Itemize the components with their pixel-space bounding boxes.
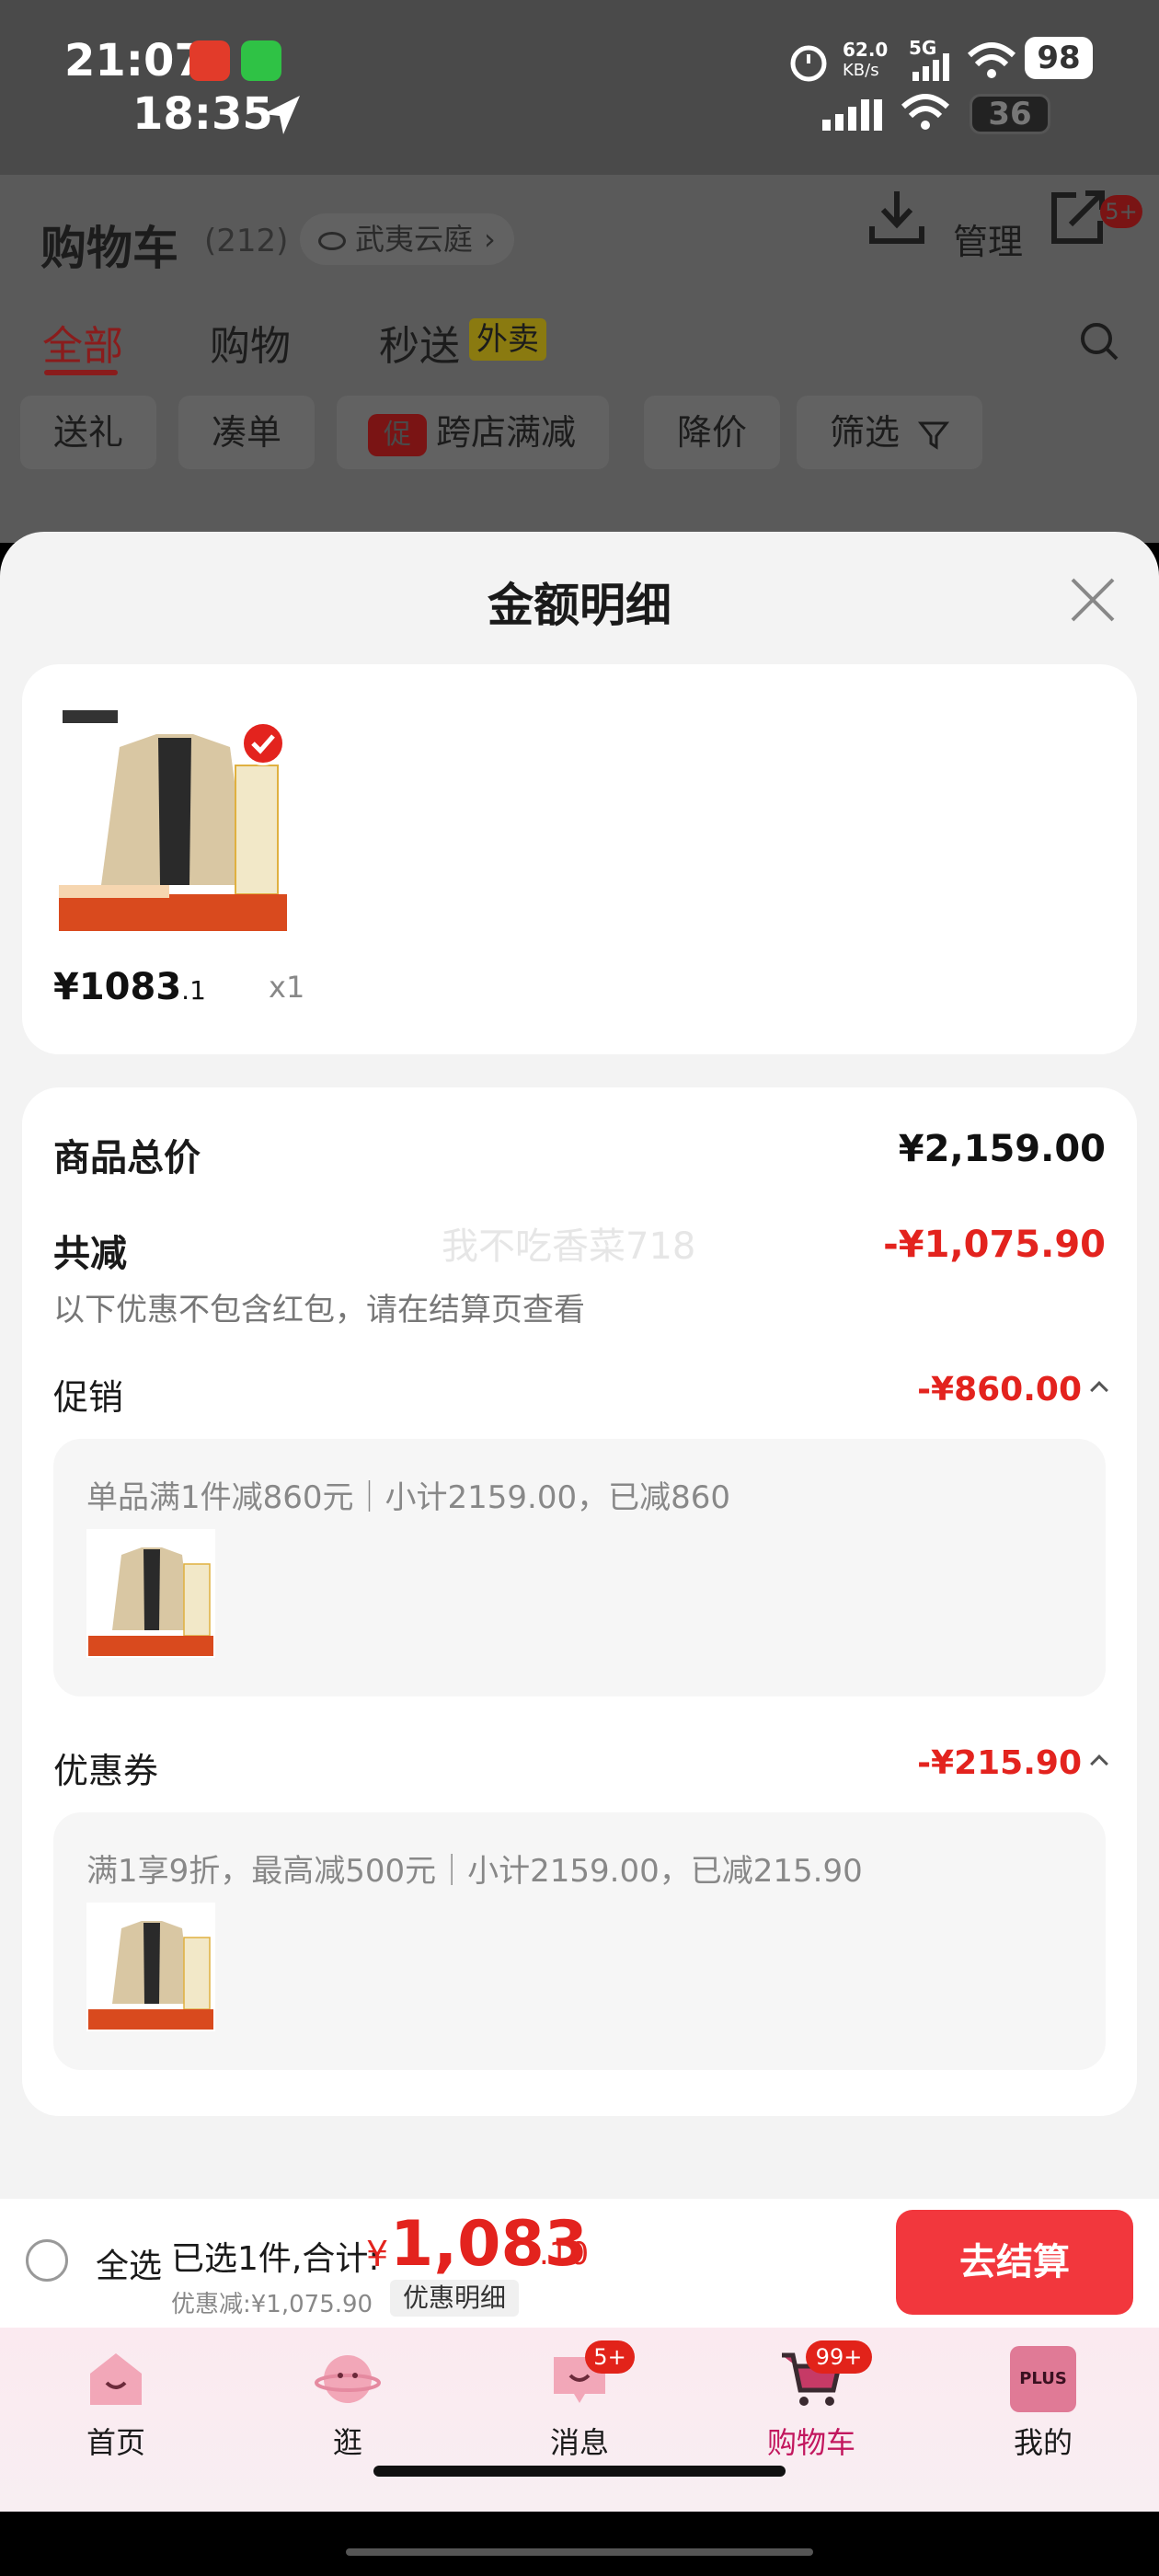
promotion-value: -¥860.00 (917, 1371, 1082, 1409)
planet-face-icon (315, 2355, 381, 2403)
goods-total-value: ¥2,159.00 (898, 1128, 1106, 1170)
nav-browse-label: 逛 (332, 2425, 362, 2460)
nav-home[interactable]: 首页 (42, 2346, 189, 2462)
wifi-secondary-icon (901, 94, 950, 130)
product-price: ¥1083.1 (53, 966, 206, 1008)
total-discount-label: 共减 (53, 1233, 127, 1275)
discount-detail-button[interactable]: 优惠明细 (390, 2280, 520, 2317)
search-icon[interactable] (1078, 320, 1120, 362)
checkout-button[interactable]: 去结算 (896, 2210, 1133, 2315)
promotion-label: 促销 (53, 1377, 124, 1418)
watermark-text: 我不吃香菜718 (442, 1225, 696, 1268)
funnel-icon (918, 421, 950, 450)
coupon-value: -¥215.90 (917, 1744, 1082, 1782)
signal-icon (912, 53, 949, 81)
net-speed-value: 62.0 (843, 39, 889, 61)
amount-detail-sheet: 金额明细 ¥1083.1 x1 商品总价 ¥2,159.00 我不吃香菜718 … (0, 532, 1159, 2199)
cart-badge: 99+ (806, 2340, 872, 2374)
filter-cross-store-label: 跨店满减 (436, 412, 577, 453)
net-speed-unit: KB/s (843, 61, 879, 80)
product-quantity: x1 (269, 970, 305, 1005)
signal-dots-icon (822, 99, 882, 131)
nav-handle (346, 2548, 813, 2556)
cart-count: (212) (204, 223, 289, 259)
promo-tag: 促 (368, 413, 427, 456)
tab-all[interactable]: 全部 (42, 313, 123, 372)
wifi-icon (967, 42, 1016, 78)
plus-member-icon: PLUS (1010, 2346, 1076, 2412)
gesture-bar (373, 2466, 786, 2477)
product-price-decimal: .1 (181, 975, 206, 1006)
product-price-main: ¥1083 (53, 966, 182, 1008)
close-icon[interactable] (1067, 574, 1119, 626)
total-decimal: .10 (539, 2236, 590, 2272)
manage-button[interactable]: 管理 (953, 213, 1023, 264)
goods-total-label: 商品总价 (53, 1137, 201, 1179)
slow-app-icon (189, 40, 230, 81)
eye-icon (318, 232, 346, 250)
promotion-product-thumbnail[interactable] (86, 1529, 215, 1658)
product-card: ¥1083.1 x1 (22, 664, 1137, 1054)
select-all-radio[interactable] (26, 2239, 68, 2282)
filter-screen[interactable]: 筛选 (797, 396, 983, 469)
location-arrow-icon (263, 96, 300, 134)
chevron-up-icon (1090, 1381, 1108, 1399)
filter-bundle[interactable]: 凑单 (178, 396, 316, 469)
address-chip[interactable]: 武夷云庭 › (300, 213, 514, 265)
nav-cart-label: 购物车 (766, 2425, 855, 2460)
checkout-bar: 全选 已选1件,合计: ¥ 1,083 .10 优惠减:¥1,075.90 优惠… (0, 2199, 1159, 2328)
filter-cross-store[interactable]: 促跨店满减 (337, 396, 610, 469)
total-discount-value: -¥1,075.90 (883, 1224, 1106, 1266)
download-icon[interactable] (866, 186, 927, 247)
price-breakdown-card: 商品总价 ¥2,159.00 我不吃香菜718 共减 -¥1,075.90 以下… (22, 1087, 1137, 2116)
battery-secondary-indicator: 36 (970, 94, 1050, 134)
select-all-label[interactable]: 全选 (96, 2239, 162, 2287)
discount-note: 以下优惠不包含红包，请在结算页查看 (53, 1292, 585, 1328)
coupon-product-thumbnail[interactable] (86, 1903, 215, 2031)
filter-gift[interactable]: 送礼 (20, 396, 157, 469)
chevron-right-icon: › (484, 222, 496, 257)
cart-page-background: 购物车 (212) 武夷云庭 › 管理 5+ 全部 购物 秒送 外卖 送礼 凑单 … (0, 175, 1159, 543)
page-title: 购物车 (40, 222, 178, 275)
tab-underline (44, 370, 118, 375)
nav-home-label: 首页 (86, 2425, 145, 2460)
coupon-rule: 满1享9折，最高减500元｜小计2159.00，已减215.90 (86, 1853, 863, 1890)
nav-browse[interactable]: 逛 (274, 2346, 421, 2462)
filter-price-drop[interactable]: 降价 (644, 396, 781, 469)
wechat-icon (241, 40, 281, 81)
selected-summary: 已选1件,合计: (171, 2240, 380, 2278)
waimai-tag: 外卖 (469, 318, 546, 361)
filter-screen-label: 筛选 (830, 412, 901, 453)
promotion-rule: 单品满1件减860元｜小计2159.00，已减860 (86, 1479, 731, 1516)
nav-mine-label: 我的 (1013, 2425, 1073, 2460)
sheet-title: 金额明细 (488, 579, 671, 632)
messages-badge: 5+ (585, 2340, 635, 2374)
chevron-up-icon (1090, 1754, 1108, 1773)
coupon-label: 优惠券 (53, 1751, 159, 1791)
coupon-group: 满1享9折，最高减500元｜小计2159.00，已减215.90 (53, 1812, 1106, 2070)
promotion-group: 单品满1件减860元｜小计2159.00，已减860 (53, 1439, 1106, 1696)
battery-indicator: 98 (1025, 37, 1093, 79)
total-currency: ¥ (366, 2234, 389, 2274)
home-icon (90, 2353, 142, 2405)
bottom-edge (0, 2512, 1159, 2576)
status-time-second: 18:35 (132, 88, 273, 140)
discount-summary: 优惠减:¥1,075.90 (171, 2291, 373, 2318)
bottom-tab-bar: 首页 逛 消息 5+ 购物车 99+ PLUS 我的 (0, 2328, 1159, 2512)
coupon-toggle[interactable]: -¥215.90 (917, 1744, 1108, 1782)
selected-check-icon[interactable] (241, 721, 285, 765)
nav-mine[interactable]: PLUS 我的 (970, 2346, 1117, 2462)
address-label: 武夷云庭 (355, 222, 474, 257)
nav-messages[interactable]: 消息 5+ (506, 2340, 653, 2462)
tab-shopping[interactable]: 购物 (210, 313, 291, 372)
share-badge: 5+ (1100, 195, 1142, 228)
tab-instant-delivery[interactable]: 秒送 (379, 313, 460, 372)
promotion-toggle[interactable]: -¥860.00 (917, 1371, 1108, 1409)
nav-messages-label: 消息 (549, 2425, 609, 2460)
status-time-top: 21:07 (64, 35, 205, 86)
alarm-icon (790, 45, 827, 82)
nav-cart[interactable]: 购物车 99+ (738, 2340, 885, 2462)
status-bar: 21:07 18:35 62.0 KB/s 5G 98 36 (0, 0, 1159, 175)
